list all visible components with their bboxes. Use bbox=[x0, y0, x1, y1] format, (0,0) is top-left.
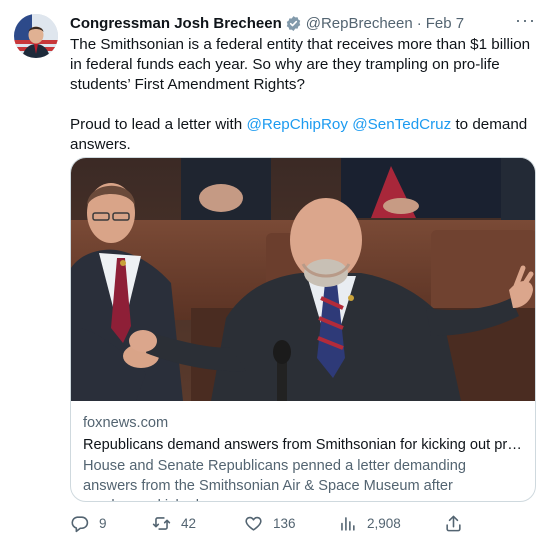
tweet-text-segment: Proud to lead a letter with bbox=[70, 116, 247, 133]
tweet-paragraph-1: The Smithsonian is a federal entity that… bbox=[70, 36, 531, 93]
tweet-paragraph-2: Proud to lead a letter with @RepChipRoy … bbox=[70, 115, 532, 155]
reply-icon bbox=[70, 514, 99, 533]
card-image[interactable] bbox=[71, 158, 535, 401]
card-text: foxnews.com Republicans demand answers f… bbox=[83, 413, 523, 501]
tweet-date[interactable]: Feb 7 bbox=[426, 15, 464, 32]
views-icon bbox=[338, 514, 367, 533]
card-description: House and Senate Republicans penned a le… bbox=[83, 458, 466, 501]
views-count: 2,908 bbox=[367, 515, 401, 531]
card-domain: foxnews.com bbox=[83, 415, 169, 431]
mention-link-chiproy[interactable]: @RepChipRoy bbox=[246, 116, 348, 133]
mention-link-tedcruz[interactable]: @SenTedCruz bbox=[352, 116, 451, 133]
tweet-text: The Smithsonian is a federal entity that… bbox=[70, 35, 532, 155]
author-name[interactable]: Congressman Josh Brecheen bbox=[70, 15, 282, 32]
tweet-actions: 9 42 136 2,908 bbox=[70, 510, 470, 536]
share-icon bbox=[444, 514, 473, 533]
reply-button[interactable]: 9 bbox=[70, 510, 107, 536]
avatar[interactable] bbox=[14, 14, 58, 58]
card-title[interactable]: Republicans demand answers from Smithson… bbox=[83, 435, 523, 455]
retweet-count: 42 bbox=[181, 515, 197, 531]
author-handle[interactable]: @RepBrecheen bbox=[306, 15, 413, 32]
link-preview-card[interactable]: foxnews.com Republicans demand answers f… bbox=[70, 157, 536, 502]
verified-badge-icon bbox=[285, 15, 302, 32]
like-count: 136 bbox=[273, 515, 296, 531]
share-button[interactable] bbox=[444, 510, 473, 536]
retweet-icon bbox=[152, 514, 181, 533]
reply-count: 9 bbox=[99, 515, 107, 531]
views-button[interactable]: 2,908 bbox=[338, 510, 401, 536]
separator-dot: · bbox=[416, 14, 422, 32]
more-options-icon[interactable]: ··· bbox=[515, 10, 536, 31]
heart-icon bbox=[244, 514, 273, 533]
retweet-button[interactable]: 42 bbox=[152, 510, 196, 536]
tweet[interactable]: Congressman Josh Brecheen @RepBrecheen ·… bbox=[0, 0, 550, 550]
tweet-header: Congressman Josh Brecheen @RepBrecheen ·… bbox=[70, 10, 536, 34]
like-button[interactable]: 136 bbox=[244, 510, 296, 536]
